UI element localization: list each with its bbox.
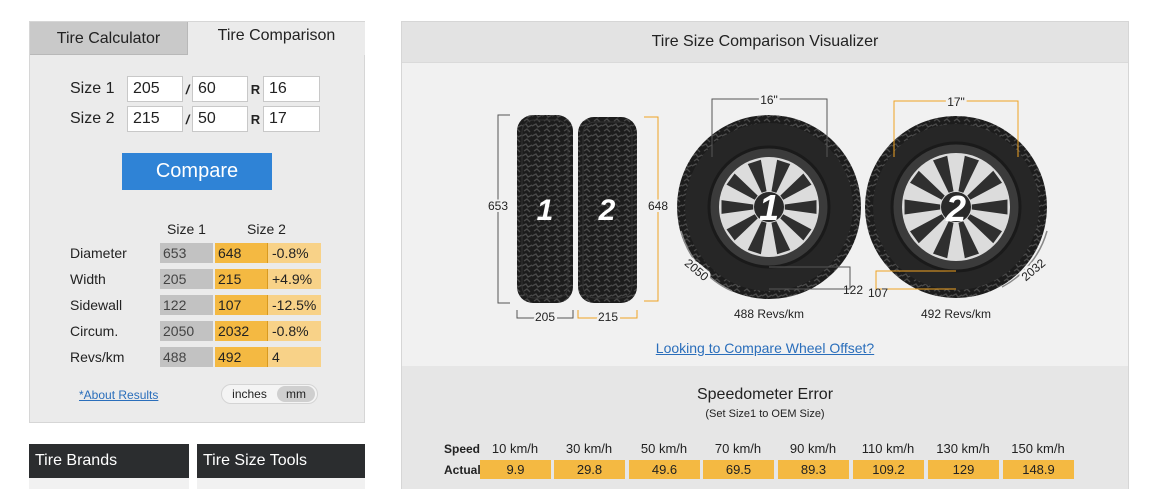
revs2-label: 492 Revs/km bbox=[921, 307, 991, 321]
diameter1-label: 653 bbox=[488, 199, 508, 213]
actual-speed-value: 49.6 bbox=[629, 460, 700, 479]
size2-rim-input[interactable] bbox=[263, 106, 320, 132]
sidewall1-label: 122 bbox=[843, 283, 863, 297]
size1-rim-input[interactable] bbox=[263, 76, 320, 102]
size2-width-input[interactable] bbox=[127, 106, 183, 132]
unit-inches-option[interactable]: inches bbox=[222, 387, 277, 401]
result-diff-value: -12.5% bbox=[268, 295, 321, 315]
tab-tire-calculator[interactable]: Tire Calculator bbox=[30, 22, 188, 55]
visualizer-title: Tire Size Comparison Visualizer bbox=[402, 22, 1128, 63]
result-size1-value: 653 bbox=[160, 243, 213, 263]
result-size2-value: 107 bbox=[215, 295, 268, 315]
speed-header: 110 km/h bbox=[861, 441, 915, 456]
result-row: Width 205 215 +4.9% bbox=[70, 269, 321, 289]
result-row: Diameter 653 648 -0.8% bbox=[70, 243, 321, 263]
result-row: Circum. 2050 2032 -0.8% bbox=[70, 321, 321, 341]
tire2-side-view: 2 bbox=[578, 117, 637, 303]
rim1-label: 16" bbox=[760, 93, 778, 107]
speedometer-title: Speedometer Error bbox=[696, 386, 834, 403]
tire-size-tools-tab[interactable]: Tire Size Tools bbox=[197, 444, 365, 478]
visualizer-panel: Tire Size Comparison Visualizer 1 2 653 … bbox=[401, 21, 1129, 489]
compare-wheel-offset-link[interactable]: Looking to Compare Wheel Offset? bbox=[402, 340, 1128, 356]
actual-speed-value: 29.8 bbox=[554, 460, 625, 479]
tire-diagram: 1 2 653 648 205 215 1 2 16" 17" 122 107 … bbox=[486, 91, 1051, 327]
actual-speed-value: 129 bbox=[928, 460, 999, 479]
compare-button[interactable]: Compare bbox=[122, 153, 272, 190]
result-size2-value: 648 bbox=[215, 243, 268, 263]
width2-label: 215 bbox=[598, 310, 618, 324]
tire1-number-front: 1 bbox=[759, 187, 779, 228]
result-size1-value: 205 bbox=[160, 269, 213, 289]
speed-header: 30 km/h bbox=[565, 441, 613, 456]
result-diff-value: -0.8% bbox=[268, 321, 321, 341]
result-label: Width bbox=[70, 271, 106, 287]
speed-header: 70 km/h bbox=[714, 441, 762, 456]
tire1-number-side: 1 bbox=[537, 194, 554, 227]
result-diff-value: 4 bbox=[268, 347, 321, 367]
tire-calculator-panel: Tire Calculator Tire Comparison Size 1 /… bbox=[29, 21, 365, 423]
slash-separator: / bbox=[185, 81, 190, 97]
result-size1-value: 122 bbox=[160, 295, 213, 315]
speed-header: 130 km/h bbox=[936, 441, 990, 456]
tab-tire-comparison[interactable]: Tire Comparison bbox=[188, 22, 365, 55]
tire-brands-tab[interactable]: Tire Brands bbox=[29, 444, 189, 478]
results-header-size2: Size 2 bbox=[247, 221, 286, 237]
result-diff-value: -0.8% bbox=[268, 243, 321, 263]
rim2-label: 17" bbox=[947, 95, 965, 109]
brands-panel-body bbox=[29, 478, 189, 489]
actual-speed-value: 89.3 bbox=[778, 460, 849, 479]
result-size2-value: 2032 bbox=[215, 321, 268, 341]
size1-label: Size 1 bbox=[70, 80, 115, 97]
results-header-size1: Size 1 bbox=[167, 221, 206, 237]
diameter2-label: 648 bbox=[648, 199, 668, 213]
result-size1-value: 2050 bbox=[160, 321, 213, 341]
tools-panel-body bbox=[197, 478, 365, 489]
result-size2-value: 492 bbox=[215, 347, 268, 367]
actual-speed-value: 148.9 bbox=[1003, 460, 1074, 479]
result-row: Revs/km 488 492 4 bbox=[70, 347, 321, 367]
actual-speed-value: 69.5 bbox=[703, 460, 774, 479]
speed-header: 90 km/h bbox=[789, 441, 837, 456]
speedometer-error-section: Speedometer Error (Set Size1 to OEM Size… bbox=[402, 366, 1128, 489]
tire1-side-view: 1 bbox=[517, 115, 573, 303]
size2-row: Size 2 / R bbox=[70, 106, 320, 132]
speed-header: 150 km/h bbox=[1011, 441, 1065, 456]
unit-toggle[interactable]: inches mm bbox=[221, 384, 318, 404]
result-label: Diameter bbox=[70, 245, 127, 261]
slash-separator: / bbox=[185, 111, 190, 127]
sidewall2-label: 107 bbox=[868, 286, 888, 300]
revs1-label: 488 Revs/km bbox=[734, 307, 804, 321]
tire2-number-side: 2 bbox=[598, 194, 616, 227]
actual-row-label: Actual bbox=[444, 463, 481, 477]
result-size2-value: 215 bbox=[215, 269, 268, 289]
actual-speed-value: 109.2 bbox=[853, 460, 924, 479]
size2-aspect-input[interactable] bbox=[192, 106, 248, 132]
tire2-number-front: 2 bbox=[945, 188, 966, 229]
result-label: Circum. bbox=[70, 323, 119, 339]
size1-aspect-input[interactable] bbox=[192, 76, 248, 102]
size1-row: Size 1 / R bbox=[70, 76, 320, 102]
result-row: Sidewall 122 107 -12.5% bbox=[70, 295, 321, 315]
rim-r-label: R bbox=[250, 81, 261, 97]
result-label: Sidewall bbox=[70, 297, 123, 313]
unit-mm-option[interactable]: mm bbox=[277, 386, 315, 402]
speed-header: 50 km/h bbox=[640, 441, 688, 456]
actual-speed-value: 9.9 bbox=[480, 460, 551, 479]
rim-r-label: R bbox=[250, 111, 261, 127]
speedometer-subtitle: (Set Size1 to OEM Size) bbox=[705, 408, 825, 420]
speed-header: 10 km/h bbox=[491, 441, 539, 456]
result-label: Revs/km bbox=[70, 349, 125, 365]
size2-label: Size 2 bbox=[70, 110, 115, 127]
result-size1-value: 488 bbox=[160, 347, 213, 367]
result-diff-value: +4.9% bbox=[268, 269, 321, 289]
size1-width-input[interactable] bbox=[127, 76, 183, 102]
about-results-link[interactable]: *About Results bbox=[79, 388, 158, 402]
width1-label: 205 bbox=[535, 310, 555, 324]
visualizer-stage: 1 2 653 648 205 215 1 2 16" 17" 122 107 … bbox=[402, 63, 1128, 366]
